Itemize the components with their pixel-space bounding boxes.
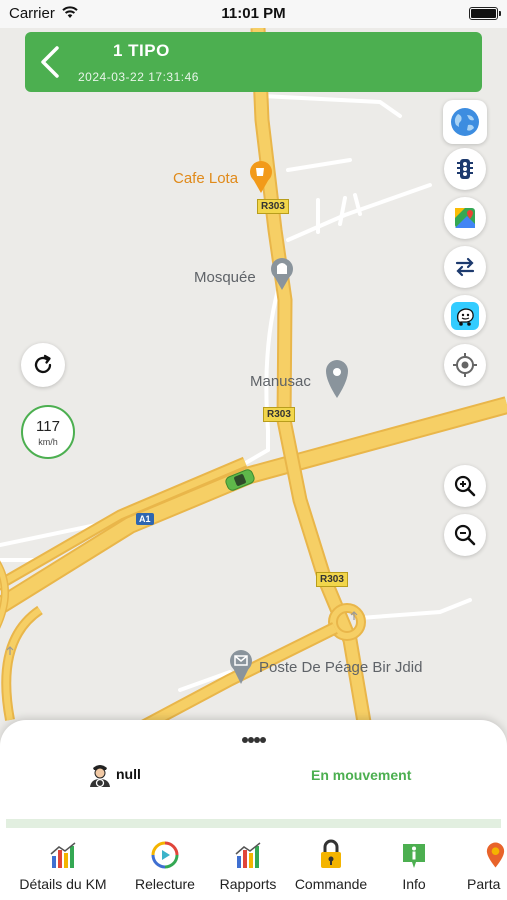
battery-icon	[469, 7, 501, 20]
refresh-button[interactable]	[21, 343, 65, 387]
locate-button[interactable]	[444, 344, 486, 386]
map-view[interactable]: Cafe Lota Mosquée Manusac Poste De Péage…	[0, 28, 507, 728]
map-type-button[interactable]	[443, 100, 487, 144]
chevron-left-icon	[41, 46, 59, 78]
zoom-in-icon	[454, 475, 476, 497]
tab-info[interactable]: Info	[390, 838, 438, 892]
waze-icon	[451, 302, 479, 330]
globe-icon	[451, 108, 479, 136]
tab-replay[interactable]: Relecture	[126, 838, 204, 892]
speed-unit: km/h	[38, 437, 58, 447]
zoom-in-button[interactable]	[444, 465, 486, 507]
vehicle-datetime: 2024-03-22 17:31:46	[78, 70, 199, 84]
tab-command[interactable]: Commande	[288, 838, 374, 892]
road-shield-r303: R303	[316, 572, 348, 587]
back-button[interactable]	[37, 44, 67, 80]
bar-chart-icon	[50, 842, 76, 868]
zoom-out-icon	[454, 524, 476, 546]
driver-info: null	[86, 760, 141, 788]
tab-reports[interactable]: Rapports	[212, 838, 284, 892]
bar-chart-icon	[235, 842, 261, 868]
crosshair-icon	[453, 353, 477, 377]
sheet-divider	[6, 819, 501, 828]
place-label-cafe: Cafe Lota	[173, 170, 239, 187]
traffic-light-icon	[457, 159, 473, 179]
place-label-manusac: Manusac	[250, 373, 311, 390]
refresh-icon	[34, 354, 52, 374]
google-maps-icon	[455, 208, 475, 228]
bottom-tab-bar: Détails du KM Relecture Rapports Command…	[0, 830, 507, 900]
lock-icon	[321, 839, 341, 868]
google-maps-button[interactable]	[444, 197, 486, 239]
drag-handle[interactable]	[241, 736, 267, 744]
swap-arrows-icon	[455, 257, 475, 277]
info-icon	[403, 844, 425, 868]
bottom-sheet: null En mouvement	[0, 720, 507, 830]
tab-label: Relecture	[135, 876, 195, 892]
traffic-button[interactable]	[444, 148, 486, 190]
speed-value: 117	[36, 418, 60, 435]
zoom-out-button[interactable]	[444, 514, 486, 556]
replay-icon	[151, 841, 179, 869]
switch-button[interactable]	[444, 246, 486, 288]
road-shield-a1: A1	[136, 513, 154, 525]
vehicle-header: 1 TIPO 2024-03-22 17:31:46	[25, 32, 482, 92]
tab-label: Rapports	[219, 876, 277, 892]
tab-label: Détails du KM	[19, 876, 107, 892]
clock: 11:01 PM	[221, 5, 286, 22]
tab-label: Commande	[294, 876, 368, 892]
road-shield-r303: R303	[257, 199, 289, 214]
waze-button[interactable]	[444, 295, 486, 337]
status-bar: Carrier 11:01 PM	[0, 0, 507, 28]
tab-share[interactable]: Parta	[462, 838, 507, 892]
tab-km-details[interactable]: Détails du KM	[10, 838, 116, 892]
speed-indicator: 117 km/h	[21, 405, 75, 459]
tab-label: Parta	[467, 876, 501, 892]
place-label-mosque: Mosquée	[194, 269, 256, 286]
driver-name: null	[116, 766, 141, 782]
road-shield-r303: R303	[263, 407, 295, 422]
place-label-toll: Poste De Péage Bir Jdid	[259, 659, 423, 676]
tab-label: Info	[402, 876, 426, 892]
vehicle-state: En mouvement	[311, 767, 412, 783]
driver-icon	[90, 765, 110, 788]
share-location-icon	[486, 842, 505, 868]
vehicle-name: 1 TIPO	[113, 41, 170, 60]
